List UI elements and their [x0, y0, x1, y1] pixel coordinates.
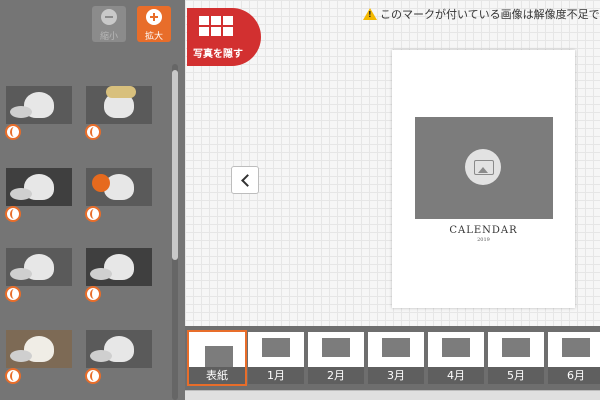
- page-thumb-label: 2月: [308, 367, 364, 384]
- page-thumb-mar[interactable]: 3月: [368, 332, 424, 384]
- cat-photo-detail: [10, 350, 32, 362]
- page-thumb-label: 6月: [548, 367, 600, 384]
- mini-photo: [322, 338, 350, 357]
- used-check-icon: [85, 124, 101, 140]
- zoom-out-icon: [101, 9, 117, 25]
- resolution-notice: このマークが付いている画像は解像度不足です: [363, 6, 600, 24]
- used-check-icon: [5, 124, 21, 140]
- cat-photo-detail: [90, 350, 112, 362]
- page-thumb-feb[interactable]: 2月: [308, 332, 364, 384]
- mini-photo: [262, 338, 290, 357]
- cat-photo-detail: [10, 188, 32, 200]
- mini-photo: [562, 338, 590, 357]
- page-thumb-jun[interactable]: 6月: [548, 332, 600, 384]
- photo-thumbnail[interactable]: [86, 86, 152, 124]
- cat-photo-detail: [90, 268, 112, 280]
- cat-photo-detail: [92, 174, 110, 192]
- photo-thumbnail[interactable]: [6, 330, 72, 368]
- bottom-scrollbar[interactable]: [185, 390, 600, 400]
- zoom-in-icon: [146, 9, 162, 25]
- hide-photos-label: 写真を隠す: [193, 49, 243, 60]
- photo-thumbnail[interactable]: [86, 330, 152, 368]
- zoom-in-label: 拡大: [144, 32, 163, 42]
- photo-thumbnail[interactable]: [86, 168, 152, 206]
- photo-thumbnail-list: [0, 0, 170, 400]
- warning-icon: [363, 8, 377, 20]
- page-thumb-label: 4月: [428, 367, 484, 384]
- used-check-icon: [5, 206, 21, 222]
- calendar-page: CALENDAR 2019: [392, 50, 575, 308]
- used-check-icon: [85, 368, 101, 384]
- grid-icon: [199, 16, 235, 38]
- photo-thumbnail[interactable]: [6, 168, 72, 206]
- used-check-icon: [85, 286, 101, 302]
- zoom-in-button[interactable]: 拡大: [137, 6, 171, 42]
- photo-thumbnail[interactable]: [86, 248, 152, 286]
- page-thumb-may[interactable]: 5月: [488, 332, 544, 384]
- calendar-title: CALENDAR: [449, 225, 518, 236]
- scrollbar-thumb[interactable]: [172, 70, 178, 260]
- mini-photo: [205, 346, 233, 368]
- page-strip: 表紙 1月 2月 3月 4月 5月 6月: [185, 326, 600, 390]
- cat-photo-detail: [10, 106, 32, 118]
- page-thumb-jan[interactable]: 1月: [248, 332, 304, 384]
- hide-photos-button[interactable]: 写真を隠す: [187, 8, 261, 66]
- mini-photo: [502, 338, 530, 357]
- used-check-icon: [5, 368, 21, 384]
- used-check-icon: [85, 206, 101, 222]
- calendar-year: 2019: [477, 237, 490, 243]
- mini-photo: [382, 338, 410, 357]
- photo-drop-slot[interactable]: [415, 117, 553, 219]
- zoom-out-button[interactable]: 縮小: [92, 6, 126, 42]
- photo-thumbnail[interactable]: [6, 86, 72, 124]
- photo-thumbnail[interactable]: [6, 248, 72, 286]
- zoom-out-label: 縮小: [99, 32, 118, 42]
- page-thumb-label: 1月: [248, 367, 304, 384]
- page-thumb-cover[interactable]: 表紙: [187, 330, 247, 386]
- page-thumb-apr[interactable]: 4月: [428, 332, 484, 384]
- photo-panel: 縮小 拡大: [0, 0, 185, 400]
- cat-photo-detail: [106, 86, 136, 98]
- resolution-notice-text: このマークが付いている画像は解像度不足です: [380, 8, 600, 21]
- page-thumb-label: 3月: [368, 367, 424, 384]
- image-placeholder-icon: [465, 149, 501, 185]
- used-check-icon: [5, 286, 21, 302]
- previous-page-button[interactable]: [231, 166, 259, 194]
- page-thumb-label: 表紙: [189, 367, 245, 384]
- mini-photo: [442, 338, 470, 357]
- cat-photo-detail: [10, 268, 32, 280]
- page-thumb-label: 5月: [488, 367, 544, 384]
